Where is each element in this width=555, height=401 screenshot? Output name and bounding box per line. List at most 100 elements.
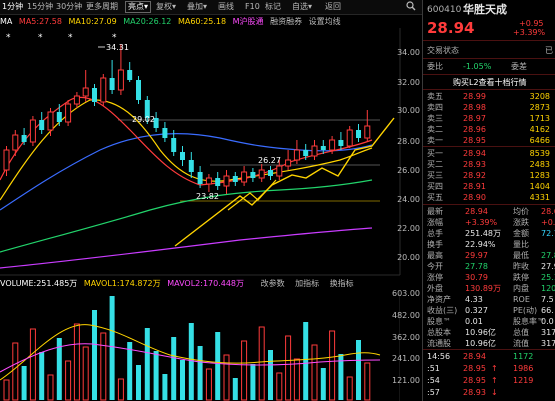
bid-volume: 2483 xyxy=(529,160,550,169)
tick-time: :51 xyxy=(427,364,440,373)
volume-bar xyxy=(47,374,54,401)
volume-bar xyxy=(346,376,353,401)
candle-body xyxy=(197,172,203,184)
price-tick: 32.00 xyxy=(397,78,420,87)
ask-price: 28.98 xyxy=(463,103,486,112)
candle-body xyxy=(329,139,336,151)
candles-group xyxy=(3,44,371,194)
stat-row: 最高 29.97 最低 27.8 xyxy=(423,250,555,261)
volume-bar xyxy=(268,350,273,400)
period-30min[interactable]: 30分钟 xyxy=(56,1,82,13)
stat-value: 29.97 xyxy=(465,251,488,260)
volume-bar xyxy=(364,362,371,401)
ma60-label: MA60:25.18 xyxy=(177,17,227,26)
bid-volume: 1404 xyxy=(529,182,550,191)
tick-price: 28.95 xyxy=(463,376,486,385)
bid-row: 买五 28.90 4331 xyxy=(423,192,555,203)
highlight-button[interactable]: 亮点▾ xyxy=(125,1,152,13)
overlay-button[interactable]: 叠加▾ xyxy=(187,1,207,13)
volume-bar xyxy=(82,346,89,401)
price-tick: 30.00 xyxy=(397,106,420,115)
volume-bar xyxy=(109,296,115,400)
volume-tick: 603.00 xyxy=(392,289,420,298)
volume-label: VOLUME:251.485万 xyxy=(0,279,78,288)
volume-bar xyxy=(136,365,141,400)
tick-row: 14:56 28.94 1172 xyxy=(423,351,555,362)
add-indicator-link[interactable]: 加指标 xyxy=(295,279,319,288)
period-1min[interactable]: 1分钟 xyxy=(2,1,23,13)
stat-label: 总股本 xyxy=(427,328,451,337)
price-tick: 24.00 xyxy=(397,195,420,204)
stat-label: 今开 xyxy=(427,262,443,271)
marker-star: * xyxy=(112,33,117,43)
bid-price: 28.91 xyxy=(463,182,486,191)
edit-params-link[interactable]: 改参数 xyxy=(261,279,285,288)
l2-link[interactable]: 购买L2查看十档行情 xyxy=(423,77,555,88)
margin-trading-label[interactable]: 融资融券 xyxy=(270,17,302,26)
ma20-line xyxy=(0,179,373,253)
candle-body xyxy=(346,129,353,147)
ask-price: 28.95 xyxy=(463,136,486,145)
stat-value: 25.1 xyxy=(541,273,555,282)
ma5-label: MA5:27.58 xyxy=(18,17,62,26)
stat-label: 内盘 xyxy=(513,284,529,293)
candle-body xyxy=(171,138,177,152)
volume-bar xyxy=(320,368,326,400)
bid-label: 买五 xyxy=(427,193,443,202)
f10-button[interactable]: F10 xyxy=(245,1,260,13)
draw-line-button[interactable]: 画线 xyxy=(218,1,234,13)
tick-volume: 1172 xyxy=(513,352,534,361)
more-periods[interactable]: 更多周期 xyxy=(86,1,118,13)
stat-label: 量比 xyxy=(513,240,529,249)
stat-value: +0.9 xyxy=(541,218,555,227)
hsgt-label[interactable]: M沪股通 xyxy=(233,17,264,26)
stat-value: 28.94 xyxy=(465,207,488,216)
stat-value: 4.33 xyxy=(465,295,483,304)
stat-label: 收益(三) xyxy=(427,306,458,315)
stat-label: 最高 xyxy=(427,251,443,260)
tick-time: 14:56 xyxy=(427,352,451,361)
candlestick-chart[interactable]: * * * * 34.31 29.02 26.27 23.82 xyxy=(0,28,420,276)
candle-body xyxy=(92,88,97,102)
stat-row: 净资产 4.33 ROE 7.5 xyxy=(423,294,555,305)
volume-bar xyxy=(127,342,133,400)
back-button[interactable]: 返回 xyxy=(325,1,341,13)
adjust-button[interactable]: 复权▾ xyxy=(156,1,176,13)
candle-body xyxy=(268,170,273,176)
volume-tick: 482.00 xyxy=(392,311,420,320)
stat-label: 总手 xyxy=(427,229,443,238)
candle-body xyxy=(293,149,300,161)
stat-row: 换手 22.94% 量比 xyxy=(423,239,555,250)
mark-button[interactable]: 标记 xyxy=(265,1,281,13)
volume-bar xyxy=(92,310,97,400)
ma20-label: MA20:26.12 xyxy=(123,17,172,26)
volume-bar xyxy=(180,360,185,400)
volume-bar xyxy=(329,330,336,401)
ma10-label: MA10:27.09 xyxy=(68,17,117,26)
candle-body xyxy=(223,175,230,187)
search-icon[interactable] xyxy=(406,1,416,13)
set-ma-button[interactable]: 设置均线 xyxy=(309,17,341,26)
volume-bar xyxy=(144,328,150,400)
candle-body xyxy=(205,177,212,185)
period-15min[interactable]: 15分钟 xyxy=(27,1,53,13)
tick-price: 28.94 xyxy=(463,352,486,361)
bid-volume: 1283 xyxy=(529,171,550,180)
watchlist-button[interactable]: 自选▾ xyxy=(292,1,312,13)
candle-body xyxy=(3,149,10,171)
stat-row: 流通股 10.96亿 流值 317 xyxy=(423,338,555,349)
volume-bar xyxy=(21,366,27,400)
change-indicator-link[interactable]: 换指标 xyxy=(330,279,354,288)
stat-label: 涨跌 xyxy=(513,218,529,227)
stat-row: 涨停 30.79 跌停 25.1 xyxy=(423,272,555,283)
current-price: 28.94 xyxy=(427,19,475,37)
candle-body xyxy=(285,159,292,167)
stat-label: ROE xyxy=(513,295,530,304)
ask-row: 卖三 28.97 1713 xyxy=(423,113,555,124)
volume-chart[interactable] xyxy=(0,290,400,401)
tick-volume: 1219 xyxy=(513,376,534,385)
candle-body xyxy=(180,152,185,160)
stat-value: 28.6 xyxy=(541,207,555,216)
ask-volume: 4162 xyxy=(529,125,550,134)
stat-value: 0.327 xyxy=(465,306,488,315)
